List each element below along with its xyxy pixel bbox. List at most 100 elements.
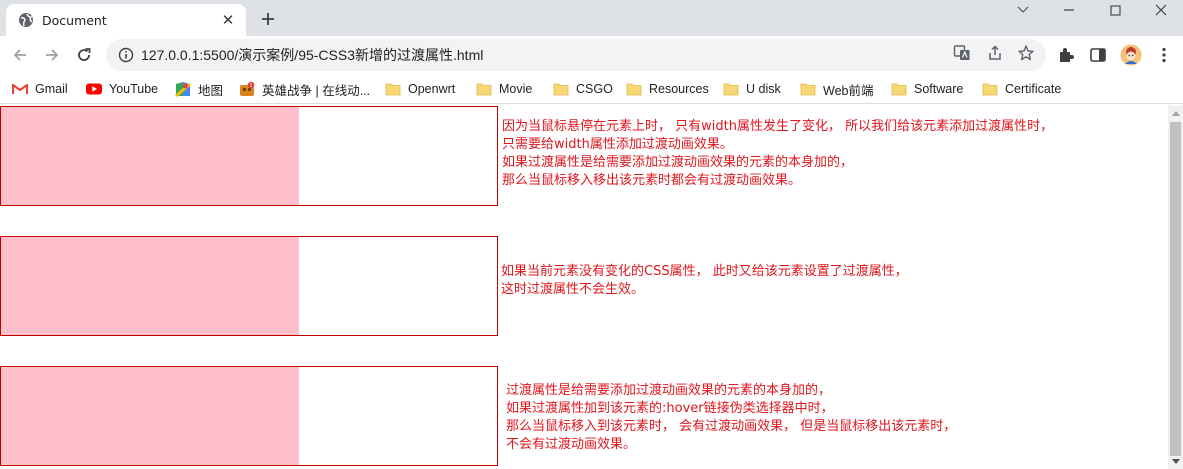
bookmark-label: 英雄战争 | 在线动... xyxy=(262,83,371,98)
url-text: 127.0.0.1:5500/演示案例/95-CSS3新增的过渡属性.html xyxy=(141,47,484,63)
description-line: 如果当前元素没有变化的CSS属性， 此时又给该元素设置了过渡属性， xyxy=(501,264,908,279)
youtube-icon xyxy=(86,81,102,97)
scroll-up-button[interactable] xyxy=(1168,105,1183,120)
maximize-button[interactable] xyxy=(1092,0,1138,20)
side-panel-icon xyxy=(1090,48,1106,62)
bookmark-folder-certificate[interactable]: Certificate xyxy=(982,79,1061,99)
bookmark-label: Certificate xyxy=(1005,82,1062,96)
maximize-icon xyxy=(1109,4,1121,16)
bookmark-label: Web前端 xyxy=(823,83,874,98)
bookmark-folder-udisk[interactable]: U disk xyxy=(723,79,781,99)
demo-description-1: 因为当鼠标悬停在元素上时， 只有width属性发生了变化， 所以我们给该元素添加… xyxy=(502,118,1053,190)
demo-box-2[interactable] xyxy=(0,236,498,336)
folder-icon xyxy=(723,81,739,97)
extensions-button[interactable] xyxy=(1057,46,1075,64)
demo-fill-3 xyxy=(1,367,299,465)
back-button[interactable] xyxy=(8,43,32,67)
profile-avatar[interactable] xyxy=(1120,44,1142,66)
svg-text:1: 1 xyxy=(249,83,252,89)
tab-document[interactable]: Document ✕ xyxy=(6,4,246,36)
share-button[interactable] xyxy=(986,44,1004,62)
browser-menu-button[interactable] xyxy=(1155,46,1173,64)
folder-icon xyxy=(476,81,492,97)
reload-button[interactable] xyxy=(72,43,96,67)
folder-icon xyxy=(891,81,907,97)
minimize-icon xyxy=(1064,9,1074,11)
close-window-button[interactable] xyxy=(1138,0,1183,20)
chevron-down-icon xyxy=(1017,6,1029,13)
forward-button[interactable] xyxy=(40,43,64,67)
tab-title: Document xyxy=(42,12,107,28)
back-arrow-icon xyxy=(13,49,26,61)
scroll-down-button[interactable] xyxy=(1168,454,1183,469)
description-line: 过渡属性是给需要添加过渡动画效果的元素的本身加的， xyxy=(506,383,832,398)
bookmark-label: Openwrt xyxy=(408,82,456,96)
bookmark-label: U disk xyxy=(746,82,781,96)
description-line: 那么当鼠标移入到该元素时， 会有过渡动画效果， 但是当鼠标移出该元素时， xyxy=(506,419,957,434)
demo-box-1[interactable] xyxy=(0,106,498,206)
demo-row-2: 如果当前元素没有变化的CSS属性， 此时又给该元素设置了过渡属性， 这时过渡属性… xyxy=(0,236,1168,336)
bookmark-label: CSGO xyxy=(576,82,613,96)
bookmark-folder-openwrt[interactable]: Openwrt xyxy=(385,79,455,99)
bookmark-folder-web[interactable]: Web前端 xyxy=(800,79,873,99)
description-line: 如果过渡属性是给需要添加过渡动画效果的元素的本身加的， xyxy=(502,155,854,170)
puzzle-icon xyxy=(1060,48,1074,62)
bookmark-label: Movie xyxy=(499,82,533,96)
demo-fill-2 xyxy=(1,237,299,335)
demo-description-2: 如果当前元素没有变化的CSS属性， 此时又给该元素设置了过渡属性， 这时过渡属性… xyxy=(501,263,908,299)
close-window-icon xyxy=(1155,4,1167,16)
bookmark-game[interactable]: 1 英雄战争 | 在线动... xyxy=(239,79,370,99)
bookmark-youtube[interactable]: YouTube xyxy=(86,79,158,99)
bookmark-folder-csgo[interactable]: CSGO xyxy=(553,79,613,99)
translate-button[interactable] xyxy=(953,44,971,62)
tab-strip: Document ✕ xyxy=(0,0,1183,36)
scroll-down-arrow-icon xyxy=(1171,458,1180,464)
translate-icon xyxy=(953,45,970,60)
bookmark-label: 地图 xyxy=(198,83,224,98)
gmail-icon xyxy=(12,81,28,97)
bookmarks-bar: Gmail YouTube 地图 1 英雄战争 | 在线动... Openwrt… xyxy=(0,74,1183,104)
bookmark-folder-resources[interactable]: Resources xyxy=(626,79,709,99)
scroll-thumb[interactable] xyxy=(1170,122,1181,456)
demo-row-1: 因为当鼠标悬停在元素上时， 只有width属性发生了变化， 所以我们给该元素添加… xyxy=(0,106,1168,206)
address-bar[interactable]: 127.0.0.1:5500/演示案例/95-CSS3新增的过渡属性.html xyxy=(106,39,1046,71)
share-icon xyxy=(989,45,1001,60)
bookmark-label: Resources xyxy=(649,82,709,96)
avatar-icon xyxy=(1120,44,1142,66)
plus-icon xyxy=(262,13,274,25)
scroll-up-arrow-icon xyxy=(1171,110,1180,116)
description-line: 这时过渡属性不会生效。 xyxy=(501,282,645,297)
demo-description-3: 过渡属性是给需要添加过渡动画效果的元素的本身加的， 如果过渡属性加到该元素的:h… xyxy=(506,382,956,454)
bookmark-maps[interactable]: 地图 xyxy=(175,79,223,99)
kebab-menu-icon xyxy=(1162,47,1166,63)
bookmark-folder-software[interactable]: Software xyxy=(891,79,963,99)
forward-arrow-icon xyxy=(46,49,59,61)
demo-fill-1 xyxy=(1,107,299,205)
folder-icon xyxy=(626,81,642,97)
description-line: 因为当鼠标悬停在元素上时， 只有width属性发生了变化， 所以我们给该元素添加… xyxy=(502,119,1054,134)
bookmark-folder-movie[interactable]: Movie xyxy=(476,79,532,99)
folder-icon xyxy=(553,81,569,97)
folder-icon xyxy=(982,81,998,97)
new-tab-button[interactable] xyxy=(258,9,278,29)
demo-box-3[interactable] xyxy=(0,366,498,466)
tab-search-button[interactable] xyxy=(1000,0,1046,20)
toolbar: 127.0.0.1:5500/演示案例/95-CSS3新增的过渡属性.html xyxy=(0,36,1183,74)
star-icon xyxy=(1018,45,1034,61)
side-panel-button[interactable] xyxy=(1089,46,1107,64)
demo-row-3: 过渡属性是给需要添加过渡动画效果的元素的本身加的， 如果过渡属性加到该元素的:h… xyxy=(0,366,1168,466)
reload-icon xyxy=(78,48,91,61)
minimize-button[interactable] xyxy=(1046,0,1092,20)
bookmark-label: Gmail xyxy=(35,82,68,96)
page-scrollbar[interactable] xyxy=(1168,105,1183,469)
close-icon[interactable]: ✕ xyxy=(220,11,236,29)
site-info-icon[interactable] xyxy=(118,47,134,63)
folder-icon xyxy=(385,81,401,97)
bookmark-star-button[interactable] xyxy=(1017,44,1035,62)
maps-icon xyxy=(175,81,191,97)
description-line: 那么当鼠标移入移出该元素时都会有过渡动画效果。 xyxy=(502,173,802,188)
bookmark-label: Software xyxy=(914,82,964,96)
bookmark-gmail[interactable]: Gmail xyxy=(12,79,68,99)
folder-icon xyxy=(800,81,816,97)
game-icon: 1 xyxy=(239,81,255,97)
